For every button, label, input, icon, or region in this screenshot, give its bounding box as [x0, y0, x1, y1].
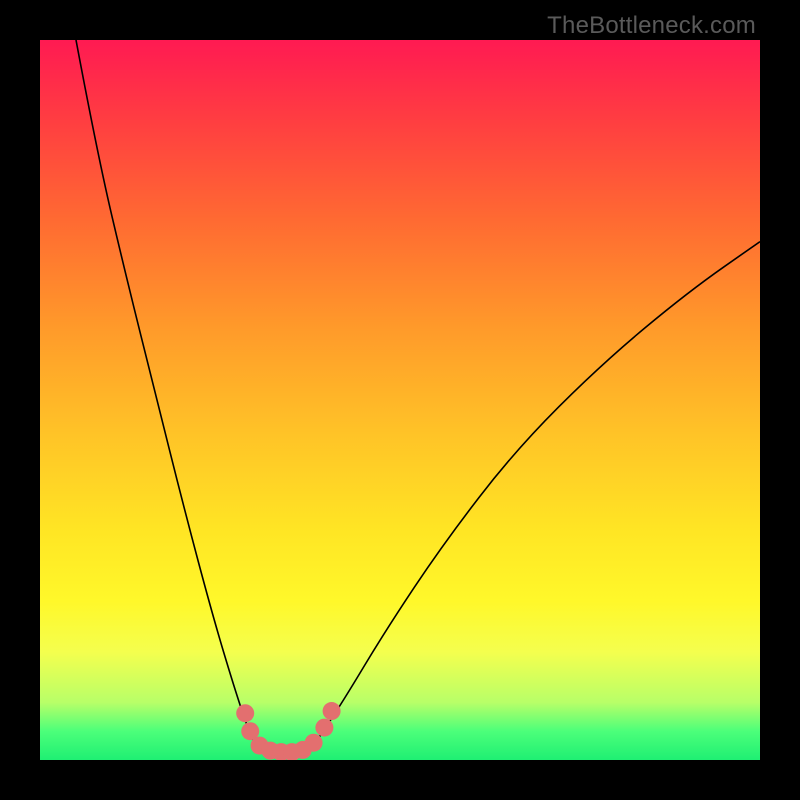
chart-svg: [40, 40, 760, 760]
data-marker: [315, 719, 333, 737]
data-marker: [305, 734, 323, 752]
watermark-text: TheBottleneck.com: [547, 12, 756, 40]
plot-area: [40, 40, 760, 760]
bottleneck-curve: [76, 40, 760, 753]
data-marker: [323, 702, 341, 720]
chart-frame: TheBottleneck.com: [0, 0, 800, 800]
data-marker: [236, 704, 254, 722]
